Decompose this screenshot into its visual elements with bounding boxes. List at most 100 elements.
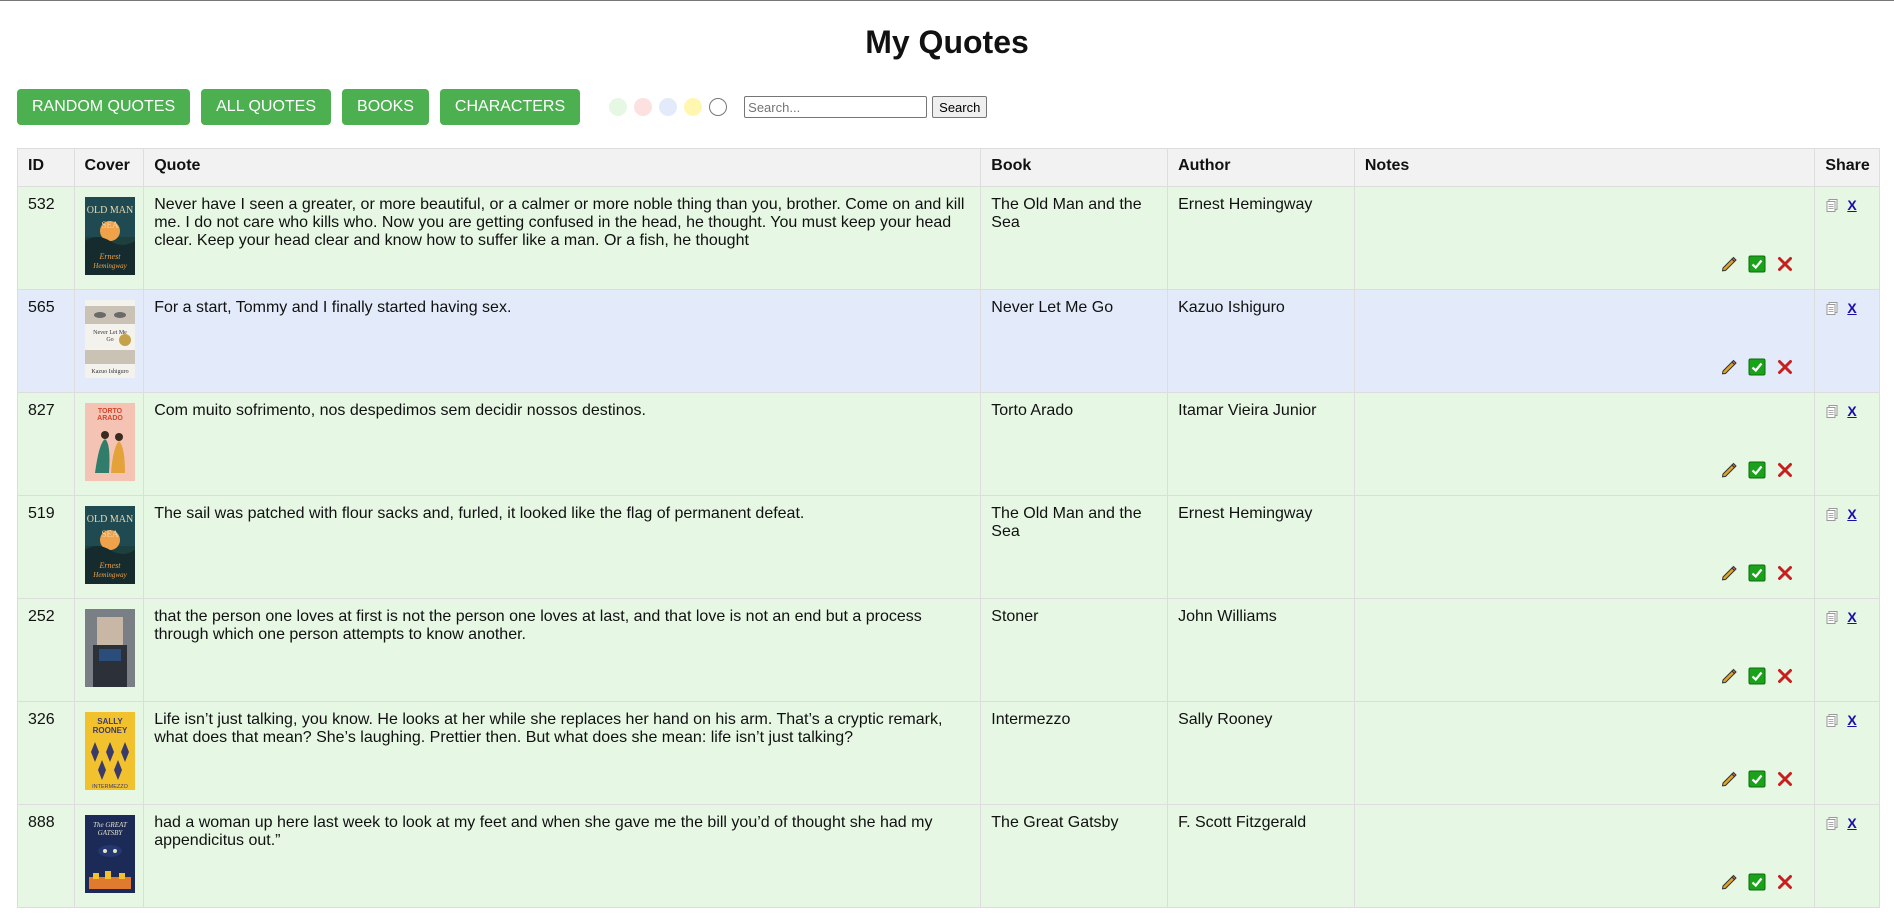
delete-x-icon[interactable] <box>1766 564 1794 587</box>
svg-text:GATSBY: GATSBY <box>97 829 123 837</box>
table-row: 519 OLD MAN SEA Ernest Hemingway The sail w… <box>17 495 1880 599</box>
share-x-link[interactable]: X <box>1847 300 1856 316</box>
cell-share: X <box>1814 289 1880 393</box>
copy-icon[interactable] <box>1825 814 1839 831</box>
svg-text:Go: Go <box>106 337 113 343</box>
color-filter-yellow[interactable] <box>684 98 703 116</box>
color-filter-green[interactable] <box>609 98 628 116</box>
cell-book: Intermezzo <box>980 701 1169 805</box>
cell-notes <box>1353 186 1816 290</box>
color-filter-red[interactable] <box>634 98 653 116</box>
save-check-icon[interactable] <box>1738 358 1766 381</box>
row-actions <box>1710 255 1794 278</box>
svg-text:Hemingway: Hemingway <box>92 262 127 270</box>
share-x-link[interactable]: X <box>1847 712 1856 728</box>
cell-id: 326 <box>17 701 75 805</box>
delete-x-icon[interactable] <box>1766 358 1794 381</box>
cell-share: X <box>1814 804 1880 908</box>
cell-cover: OLD MAN SEA Ernest Hemingway <box>73 186 145 290</box>
header-quote[interactable]: Quote <box>143 148 982 187</box>
cell-id: 252 <box>17 598 75 702</box>
book-cover-image: OLD MAN SEA Ernest Hemingway <box>84 506 135 584</box>
cell-share: X <box>1814 598 1880 702</box>
svg-text:Hemingway: Hemingway <box>92 571 127 579</box>
row-actions <box>1710 358 1794 381</box>
svg-text:Ernest: Ernest <box>98 252 121 261</box>
cell-cover: TORTO ARADO <box>73 392 145 496</box>
share-x-link[interactable]: X <box>1847 609 1856 625</box>
copy-icon[interactable] <box>1825 196 1839 213</box>
edit-pencil-icon[interactable] <box>1710 255 1738 278</box>
share-x-link[interactable]: X <box>1847 403 1856 419</box>
edit-pencil-icon[interactable] <box>1710 873 1738 896</box>
cell-notes <box>1353 289 1816 393</box>
svg-text:TORTO: TORTO <box>97 408 122 415</box>
cell-id: 519 <box>17 495 75 599</box>
characters-button[interactable]: CHARACTERS <box>439 89 581 125</box>
cell-quote: Life isn’t just talking, you know. He lo… <box>143 701 982 805</box>
color-filter-blue[interactable] <box>659 98 678 116</box>
cell-author: Itamar Vieira Junior <box>1167 392 1355 496</box>
edit-pencil-icon[interactable] <box>1710 770 1738 793</box>
svg-text:SALLY: SALLY <box>97 717 123 726</box>
cell-quote: Com muito sofrimento, nos despedimos sem… <box>143 392 982 496</box>
copy-icon[interactable] <box>1825 299 1839 316</box>
save-check-icon[interactable] <box>1738 770 1766 793</box>
save-check-icon[interactable] <box>1738 873 1766 896</box>
svg-text:SEA: SEA <box>101 220 119 230</box>
book-cover-image: Never Let Me Go Kazuo Ishiguro <box>84 300 135 378</box>
cell-author: Ernest Hemingway <box>1167 495 1355 599</box>
save-check-icon[interactable] <box>1738 461 1766 484</box>
random-quotes-button[interactable]: RANDOM QUOTES <box>17 89 191 125</box>
delete-x-icon[interactable] <box>1766 873 1794 896</box>
cell-notes <box>1353 392 1816 496</box>
book-cover-image: SALLY ROONEY INTERMEZZO <box>84 712 135 790</box>
copy-icon[interactable] <box>1825 505 1839 522</box>
copy-icon[interactable] <box>1825 608 1839 625</box>
cell-share: X <box>1814 392 1880 496</box>
save-check-icon[interactable] <box>1738 667 1766 690</box>
all-quotes-button[interactable]: ALL QUOTES <box>201 89 332 125</box>
quotes-table: ID Cover Quote Book Author Notes Share 5… <box>17 148 1880 908</box>
delete-x-icon[interactable] <box>1766 770 1794 793</box>
share-x-link[interactable]: X <box>1847 815 1856 831</box>
cell-quote: that the person one loves at first is no… <box>143 598 982 702</box>
color-filter-none[interactable] <box>709 98 728 116</box>
copy-icon[interactable] <box>1825 402 1839 419</box>
cell-id: 532 <box>17 186 75 290</box>
cell-author: John Williams <box>1167 598 1355 702</box>
book-cover-image: TORTO ARADO <box>84 403 135 481</box>
svg-text:Kazuo Ishiguro: Kazuo Ishiguro <box>91 369 128 375</box>
edit-pencil-icon[interactable] <box>1710 564 1738 587</box>
svg-text:INTERMEZZO: INTERMEZZO <box>92 784 128 790</box>
share-x-link[interactable]: X <box>1847 506 1856 522</box>
table-row: 565 Never Let Me Go Kazuo Ishiguro For a s… <box>17 289 1880 393</box>
save-check-icon[interactable] <box>1738 564 1766 587</box>
delete-x-icon[interactable] <box>1766 255 1794 278</box>
cell-author: Ernest Hemingway <box>1167 186 1355 290</box>
delete-x-icon[interactable] <box>1766 461 1794 484</box>
edit-pencil-icon[interactable] <box>1710 358 1738 381</box>
search-input[interactable] <box>744 96 928 118</box>
save-check-icon[interactable] <box>1738 255 1766 278</box>
share-x-link[interactable]: X <box>1847 197 1856 213</box>
header-id[interactable]: ID <box>17 148 75 187</box>
svg-text:ROONEY: ROONEY <box>92 726 127 735</box>
page-title: My Quotes <box>865 24 1029 60</box>
cell-cover: The GREAT GATSBY <box>73 804 145 908</box>
header-author[interactable]: Author <box>1167 148 1355 187</box>
edit-pencil-icon[interactable] <box>1710 461 1738 484</box>
delete-x-icon[interactable] <box>1766 667 1794 690</box>
header-book[interactable]: Book <box>980 148 1169 187</box>
table-header-row: ID Cover Quote Book Author Notes Share <box>17 148 1880 187</box>
copy-icon[interactable] <box>1825 711 1839 728</box>
cell-id: 565 <box>17 289 75 393</box>
edit-pencil-icon[interactable] <box>1710 667 1738 690</box>
cell-share: X <box>1814 701 1880 805</box>
cell-book: Stoner <box>980 598 1169 702</box>
cell-author: Kazuo Ishiguro <box>1167 289 1355 393</box>
books-button[interactable]: BOOKS <box>342 89 429 125</box>
table-row: 827 TORTO ARADO Com muito sofrimento, nos… <box>17 392 1880 496</box>
search-button[interactable]: Search <box>932 96 988 118</box>
table-row: 252 that the person one loves at first i… <box>17 598 1880 702</box>
